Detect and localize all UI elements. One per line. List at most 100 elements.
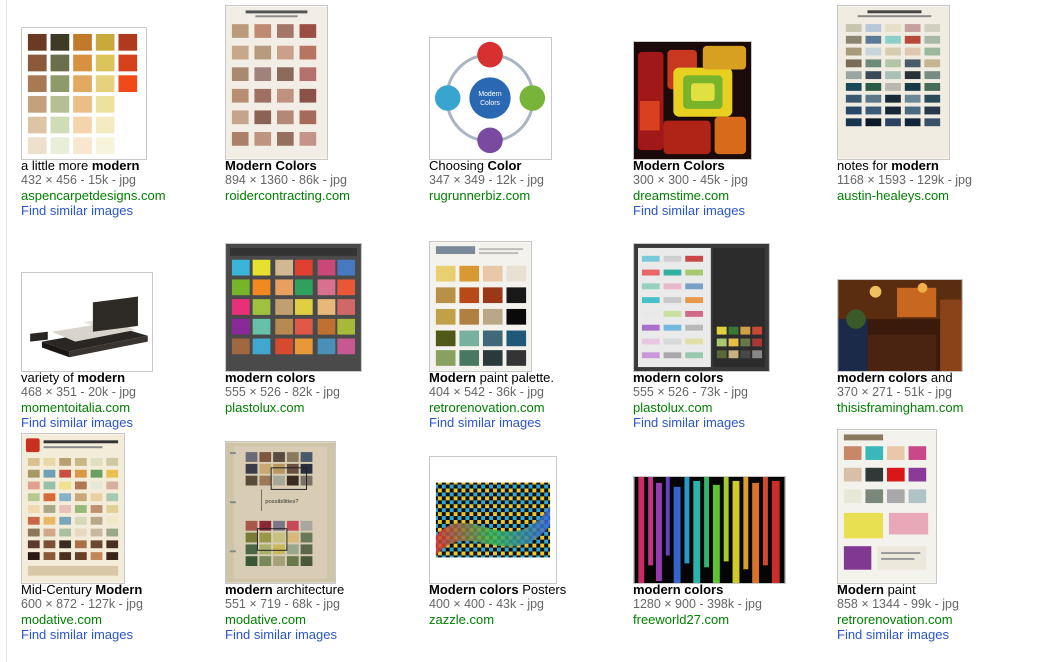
interior-finishes-card-image xyxy=(22,434,124,583)
result-title[interactable]: modern colors and xyxy=(837,370,963,385)
result-meta: 894 × 1360 - 86k - jpg xyxy=(225,173,347,187)
result-title[interactable]: modern colors xyxy=(633,370,748,385)
color-scheme-screenshot-image xyxy=(634,244,769,371)
abstract-painting-image xyxy=(634,42,751,159)
result-title[interactable]: Modern Colors xyxy=(225,158,350,173)
result-meta: 551 × 719 - 68k - jpg xyxy=(225,597,341,611)
result-item: Modern Colors 894 × 1360 - 86k - jpg roi… xyxy=(225,0,429,225)
result-site: plastolux.com xyxy=(225,400,305,415)
result-item: modern colors 1280 × 900 - 398k - jpg fr… xyxy=(633,424,837,649)
modern-bed-image xyxy=(22,273,152,371)
result-item: possibilities? modern architecture 551 ×… xyxy=(225,424,429,649)
result-site: momentoitalia.com xyxy=(21,400,131,415)
swatch-board-image: possibilities? xyxy=(226,442,335,583)
result-meta: 468 × 351 - 20k - jpg xyxy=(21,385,137,399)
checkered-wave-poster-image xyxy=(430,457,556,583)
paint-color-card-image xyxy=(838,430,936,583)
result-item: variety of modern 468 × 351 - 20k - jpg … xyxy=(21,212,225,437)
paint-chip-sheet-image xyxy=(226,6,327,159)
results-row: variety of modern 468 × 351 - 20k - jpg … xyxy=(21,212,1041,437)
result-title[interactable]: Modern paint palette. xyxy=(429,370,554,385)
svg-text:possibilities?: possibilities? xyxy=(265,499,299,505)
paint-palette-sheet-image xyxy=(430,242,531,371)
find-similar-link[interactable]: Find similar images xyxy=(225,627,344,642)
color-swatch-grid-image xyxy=(22,28,146,159)
result-item: a little more modern 432 × 456 - 15k - j… xyxy=(21,0,225,225)
result-item: Modern Colors 300 × 300 - 45k - jpg drea… xyxy=(633,0,837,225)
result-thumbnail[interactable] xyxy=(837,279,963,372)
result-site: roidercontracting.com xyxy=(225,188,350,203)
result-meta: 347 × 349 - 12k - jpg xyxy=(429,173,545,187)
restaurant-interior-image xyxy=(838,280,962,371)
results-row: Mid-Century Modern 600 × 872 - 127k - jp… xyxy=(21,424,1041,649)
result-site: plastolux.com xyxy=(633,400,713,415)
result-thumbnail[interactable] xyxy=(837,5,950,160)
result-thumbnail[interactable] xyxy=(21,433,125,584)
result-thumbnail[interactable] xyxy=(633,41,752,160)
result-meta: 400 × 400 - 43k - jpg xyxy=(429,597,545,611)
result-title[interactable]: Choosing Color xyxy=(429,158,544,173)
result-item: Modern paint palette. 404 × 542 - 36k - … xyxy=(429,212,633,437)
result-meta: 858 × 1344 - 99k - jpg xyxy=(837,597,959,611)
result-thumbnail[interactable] xyxy=(633,476,786,584)
find-similar-link[interactable]: Find similar images xyxy=(837,627,959,642)
result-thumbnail[interactable]: Modern Colors xyxy=(429,37,552,160)
result-item: Modern Colors Choosing Color 347 × 349 -… xyxy=(429,0,633,225)
result-meta: 300 × 300 - 45k - jpg xyxy=(633,173,749,187)
result-meta: 555 × 526 - 82k - jpg xyxy=(225,385,341,399)
result-title[interactable]: Mid-Century Modern xyxy=(21,582,143,597)
result-title[interactable]: Modern Colors xyxy=(633,158,748,173)
result-thumbnail[interactable]: possibilities? xyxy=(225,441,336,584)
result-item: Mid-Century Modern 600 × 872 - 127k - jp… xyxy=(21,424,225,649)
result-item: Modern paint 858 × 1344 - 99k - jpg retr… xyxy=(837,424,1041,649)
result-thumbnail[interactable] xyxy=(429,456,557,584)
result-site: aspencarpetdesigns.com xyxy=(21,188,166,203)
paint-catalog-image xyxy=(838,6,949,159)
result-meta: 555 × 526 - 73k - jpg xyxy=(633,385,749,399)
result-meta: 370 × 271 - 51k - jpg xyxy=(837,385,953,399)
result-site: freeworld27.com xyxy=(633,612,730,627)
result-item: Modern colors Posters 400 × 400 - 43k - … xyxy=(429,424,633,649)
result-site: austin-healeys.com xyxy=(837,188,949,203)
result-site: dreamstime.com xyxy=(633,188,730,203)
result-item: notes for modern 1168 × 1593 - 129k - jp… xyxy=(837,0,1041,225)
result-site: modative.com xyxy=(21,612,102,627)
result-item: modern colors 555 × 526 - 73k - jpg plas… xyxy=(633,212,837,437)
image-results-grid: a little more modern 432 × 456 - 15k - j… xyxy=(21,0,1041,649)
result-thumbnail[interactable] xyxy=(225,243,362,372)
color-cycle-diagram-image: Modern Colors xyxy=(430,38,551,159)
result-site: modative.com xyxy=(225,612,306,627)
result-title[interactable]: modern architecture xyxy=(225,582,344,597)
svg-text:Colors: Colors xyxy=(480,100,500,107)
result-thumbnail[interactable] xyxy=(633,243,770,372)
result-site: retrorenovation.com xyxy=(837,612,953,627)
result-title[interactable]: variety of modern xyxy=(21,370,136,385)
result-site: thisisframingham.com xyxy=(837,400,964,415)
result-meta: 1168 × 1593 - 129k - jpg xyxy=(837,173,972,187)
result-title[interactable]: Modern colors Posters xyxy=(429,582,566,597)
result-title[interactable]: modern colors xyxy=(633,582,762,597)
result-meta: 600 × 872 - 127k - jpg xyxy=(21,597,143,611)
find-similar-link[interactable]: Find similar images xyxy=(21,627,143,642)
left-divider xyxy=(6,0,7,662)
result-thumbnail[interactable] xyxy=(21,272,153,372)
result-meta: 1280 × 900 - 398k - jpg xyxy=(633,597,762,611)
result-item: modern colors 555 × 526 - 82k - jpg plas… xyxy=(225,212,429,437)
result-item: modern colors and 370 × 271 - 51k - jpg … xyxy=(837,212,1041,437)
result-site: retrorenovation.com xyxy=(429,400,545,415)
results-row: a little more modern 432 × 456 - 15k - j… xyxy=(21,0,1041,225)
result-thumbnail[interactable] xyxy=(837,429,937,584)
result-site: zazzle.com xyxy=(429,612,495,627)
result-site: rugrunnerbiz.com xyxy=(429,188,531,203)
result-title[interactable]: Modern paint xyxy=(837,582,959,597)
color-patterns-sheet-image xyxy=(226,244,361,371)
result-meta: 404 × 542 - 36k - jpg xyxy=(429,385,545,399)
result-thumbnail[interactable] xyxy=(21,27,147,160)
svg-text:Modern: Modern xyxy=(478,91,501,98)
result-thumbnail[interactable] xyxy=(429,241,532,372)
result-thumbnail[interactable] xyxy=(225,5,328,160)
result-meta: 432 × 456 - 15k - jpg xyxy=(21,173,137,187)
result-title[interactable]: a little more modern xyxy=(21,158,166,173)
result-title[interactable]: notes for modern xyxy=(837,158,972,173)
result-title[interactable]: modern colors xyxy=(225,370,340,385)
